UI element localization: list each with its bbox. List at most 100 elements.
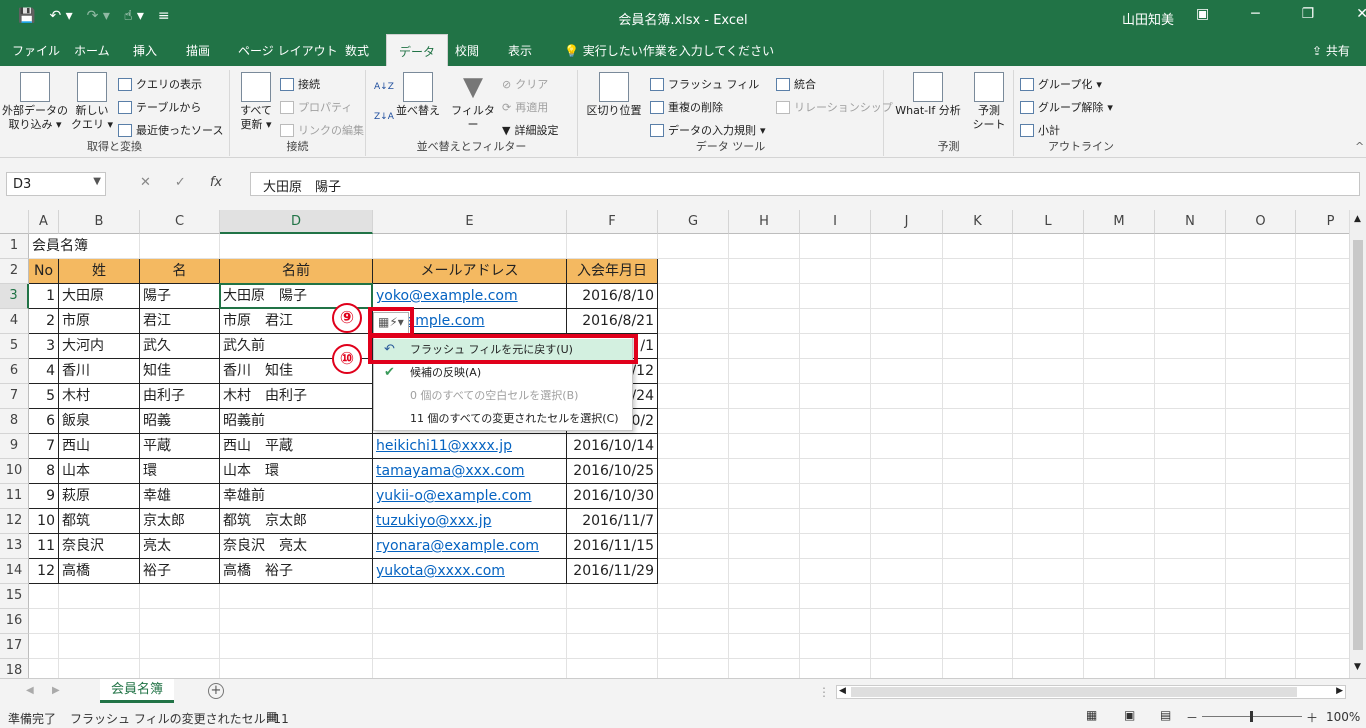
- column-header-b[interactable]: B: [59, 210, 140, 234]
- connections-button[interactable]: 接続: [280, 76, 320, 92]
- row-header-3[interactable]: 3: [0, 284, 29, 309]
- grid-cell[interactable]: [800, 434, 871, 459]
- grid-cell[interactable]: [658, 384, 729, 409]
- header-cell[interactable]: No: [29, 259, 59, 284]
- grid-cell[interactable]: [1226, 484, 1296, 509]
- table-cell[interactable]: 知佳: [140, 359, 220, 384]
- grid-cell[interactable]: [1226, 359, 1296, 384]
- header-cell[interactable]: メールアドレス: [373, 259, 567, 284]
- grid-cell[interactable]: [1226, 259, 1296, 284]
- sheet-title-cell[interactable]: 会員名簿: [29, 234, 140, 259]
- row-header-16[interactable]: 16: [0, 609, 29, 634]
- grid-cell[interactable]: [871, 609, 943, 634]
- table-cell[interactable]: 君江: [140, 309, 220, 334]
- table-cell[interactable]: 2016/10/14: [567, 434, 658, 459]
- grid-cell[interactable]: [658, 459, 729, 484]
- grid-cell[interactable]: [1013, 384, 1084, 409]
- grid-cell[interactable]: [1226, 309, 1296, 334]
- table-cell[interactable]: 環: [140, 459, 220, 484]
- table-cell[interactable]: 7: [29, 434, 59, 459]
- row-header-17[interactable]: 17: [0, 634, 29, 659]
- grid-cell[interactable]: [1155, 584, 1226, 609]
- scroll-left-icon[interactable]: ◀: [839, 686, 846, 696]
- grid-cell[interactable]: [658, 534, 729, 559]
- table-cell[interactable]: 8: [29, 459, 59, 484]
- grid-cell[interactable]: [871, 309, 943, 334]
- table-cell[interactable]: 2016/8/21: [567, 309, 658, 334]
- table-cell[interactable]: 飯泉: [59, 409, 140, 434]
- header-cell[interactable]: 入会年月日: [567, 259, 658, 284]
- grid-cell[interactable]: [729, 609, 800, 634]
- table-cell[interactable]: 9: [29, 484, 59, 509]
- sort-button[interactable]: 並べ替え: [394, 72, 442, 118]
- restore-icon[interactable]: ❐: [1302, 6, 1315, 22]
- grid-cell[interactable]: [943, 309, 1013, 334]
- table-cell[interactable]: 木村: [59, 384, 140, 409]
- column-header-k[interactable]: K: [943, 210, 1013, 234]
- grid-cell[interactable]: [800, 584, 871, 609]
- flash-fill-button[interactable]: フラッシュ フィル: [650, 76, 759, 92]
- grid-cell[interactable]: [140, 234, 220, 259]
- grid-cell[interactable]: [1013, 259, 1084, 284]
- menu-item-accept-suggestions[interactable]: ✔ 候補の反映(A): [374, 362, 632, 385]
- grid-cell[interactable]: [943, 434, 1013, 459]
- name-box[interactable]: D3 ▼: [6, 172, 106, 196]
- table-cell[interactable]: 山本 環: [220, 459, 373, 484]
- grid-cell[interactable]: [658, 559, 729, 584]
- table-cell[interactable]: 昭義: [140, 409, 220, 434]
- zoom-in-icon[interactable]: ＋: [1306, 709, 1318, 726]
- grid-cell[interactable]: [1013, 459, 1084, 484]
- grid-cell[interactable]: [1155, 284, 1226, 309]
- table-cell[interactable]: 山本: [59, 459, 140, 484]
- row-header-1[interactable]: 1: [0, 234, 29, 259]
- column-header-i[interactable]: I: [800, 210, 871, 234]
- grid-cell[interactable]: [943, 359, 1013, 384]
- grid-cell[interactable]: [1155, 309, 1226, 334]
- grid-cell[interactable]: [373, 609, 567, 634]
- reapply-button[interactable]: ⟳ 再適用: [502, 99, 548, 115]
- grid-cell[interactable]: [658, 409, 729, 434]
- column-header-n[interactable]: N: [1155, 210, 1226, 234]
- grid-cell[interactable]: [29, 609, 59, 634]
- table-cell[interactable]: 亮太: [140, 534, 220, 559]
- normal-view-icon[interactable]: ▦: [1086, 708, 1097, 722]
- grid-cell[interactable]: [140, 609, 220, 634]
- scroll-right-icon[interactable]: ▶: [1336, 686, 1343, 696]
- grid-cell[interactable]: [29, 659, 59, 678]
- row-header-8[interactable]: 8: [0, 409, 29, 434]
- grid-cell[interactable]: [1013, 434, 1084, 459]
- grid-cell[interactable]: [943, 659, 1013, 678]
- grid-cell[interactable]: [373, 234, 567, 259]
- grid-cell[interactable]: [871, 234, 943, 259]
- grid-cell[interactable]: [800, 459, 871, 484]
- grid-cell[interactable]: [1013, 559, 1084, 584]
- grid-cell[interactable]: [729, 659, 800, 678]
- column-header-a[interactable]: A: [29, 210, 59, 234]
- grid-cell[interactable]: [871, 384, 943, 409]
- grid-cell[interactable]: [1013, 659, 1084, 678]
- insert-function-icon[interactable]: fx: [210, 175, 222, 190]
- grid-cell[interactable]: [800, 309, 871, 334]
- consolidate-button[interactable]: 統合: [776, 76, 816, 92]
- grid-cell[interactable]: [567, 634, 658, 659]
- tab-insert[interactable]: 挿入: [133, 42, 157, 59]
- grid-cell[interactable]: [800, 259, 871, 284]
- column-header-l[interactable]: L: [1013, 210, 1084, 234]
- grid-cell[interactable]: [871, 559, 943, 584]
- grid-cell[interactable]: [1226, 659, 1296, 678]
- properties-button[interactable]: プロパティ: [280, 99, 352, 115]
- grid-cell[interactable]: [800, 659, 871, 678]
- grid-cell[interactable]: [943, 584, 1013, 609]
- grid-cell[interactable]: [800, 409, 871, 434]
- table-cell[interactable]: 2016/8/10: [567, 284, 658, 309]
- grid-cell[interactable]: [658, 334, 729, 359]
- grid-cell[interactable]: [1013, 584, 1084, 609]
- grid-cell[interactable]: [729, 384, 800, 409]
- grid-cell[interactable]: [1084, 484, 1155, 509]
- grid-cell[interactable]: [1226, 434, 1296, 459]
- grid-cell[interactable]: [871, 359, 943, 384]
- chevron-down-icon[interactable]: ▼: [93, 176, 101, 187]
- row-header-13[interactable]: 13: [0, 534, 29, 559]
- table-cell[interactable]: 幸雄: [140, 484, 220, 509]
- grid-cell[interactable]: [1084, 284, 1155, 309]
